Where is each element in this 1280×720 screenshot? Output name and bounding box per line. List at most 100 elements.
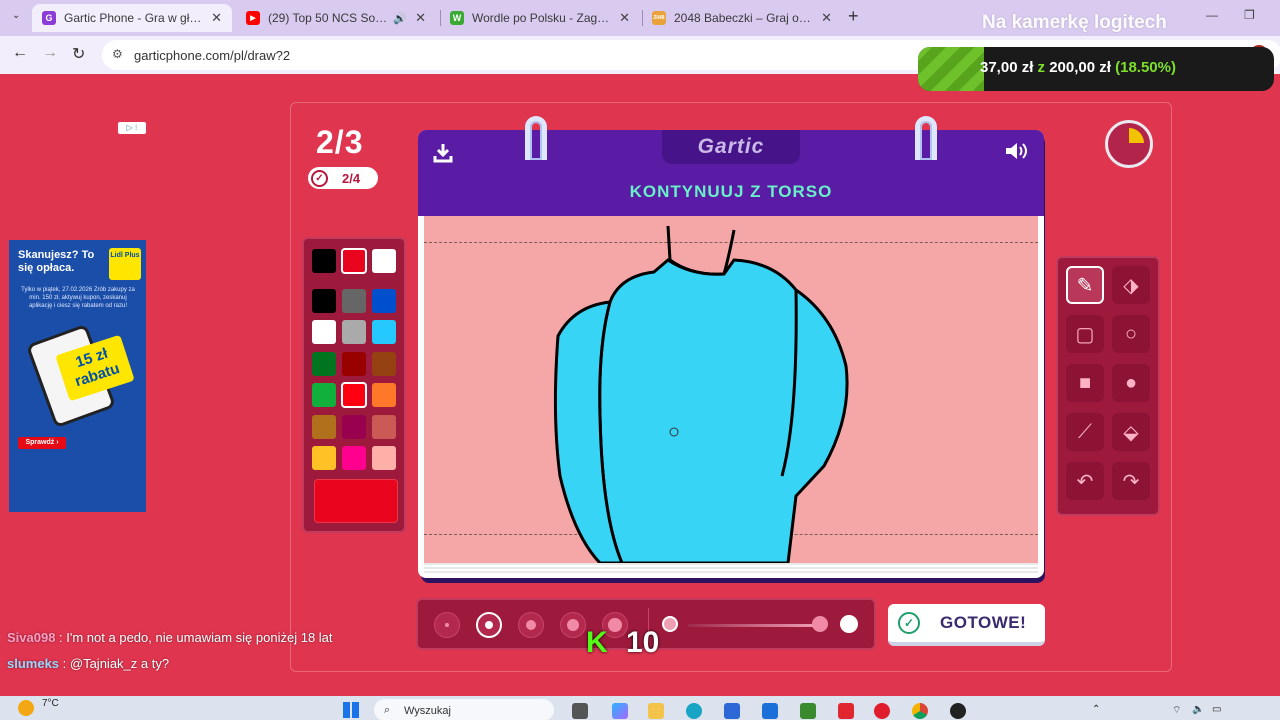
- opera-icon[interactable]: [874, 703, 890, 719]
- forward-icon[interactable]: →: [42, 44, 58, 62]
- line-icon[interactable]: ⟋: [1066, 413, 1104, 451]
- color-swatch[interactable]: [341, 248, 367, 274]
- lidl-ad[interactable]: Skanujesz? To się opłaca. Lidl Plus Tylk…: [9, 240, 146, 512]
- brush-size-option[interactable]: [434, 612, 460, 638]
- opacity-slider[interactable]: [688, 624, 818, 627]
- color-swatch[interactable]: [372, 249, 396, 273]
- windows-taskbar: 7°C ⌕ Wyszukaj ⌃ ⌔ 🔈 ▭: [0, 696, 1280, 720]
- color-swatch[interactable]: [312, 288, 336, 313]
- color-swatch[interactable]: [342, 351, 366, 376]
- color-swatch[interactable]: [312, 249, 336, 273]
- opacity-slider-handle[interactable]: [812, 616, 828, 632]
- tab-gartic[interactable]: G Gartic Phone - Gra w głuchy telefon ✕: [32, 4, 232, 32]
- color-swatch[interactable]: [342, 414, 366, 439]
- close-icon[interactable]: ✕: [821, 10, 832, 26]
- close-icon[interactable]: ✕: [211, 10, 222, 26]
- color-swatch[interactable]: [342, 446, 366, 470]
- eraser-icon[interactable]: ⬗: [1112, 266, 1150, 304]
- chat-message: Siva098 : I'm not a pedo, nie umawiam si…: [7, 630, 333, 645]
- weather-temperature: 7°C: [42, 698, 59, 709]
- mail-icon[interactable]: [762, 703, 778, 719]
- volume-tray-icon[interactable]: 🔈: [1192, 704, 1204, 715]
- tab-wordle[interactable]: W Wordle po Polsku - Zagraj w Wordle ✕: [440, 4, 640, 32]
- url-text: garticphone.com/pl/draw?2: [134, 48, 291, 63]
- file-explorer-icon[interactable]: [648, 703, 664, 719]
- download-icon[interactable]: [432, 142, 454, 164]
- taskbar-search[interactable]: ⌕ Wyszukaj: [374, 699, 554, 720]
- search-icon: ⌕: [384, 704, 391, 716]
- stream-overlay-title: Na kamerkę logitech: [982, 12, 1167, 33]
- tab-youtube[interactable]: ▶ (29) Top 50 NCS Songs 2026 🔊 ✕: [236, 4, 436, 32]
- brush-size-option[interactable]: [560, 612, 586, 638]
- page-edge: [424, 563, 1038, 575]
- obs-icon[interactable]: [950, 703, 966, 719]
- color-swatch[interactable]: [372, 351, 396, 376]
- color-swatch[interactable]: [372, 320, 396, 344]
- weather-icon[interactable]: [18, 700, 34, 716]
- store-icon[interactable]: [724, 703, 740, 719]
- brush-size-option[interactable]: [518, 612, 544, 638]
- tab-2048[interactable]: 2048 2048 Babeczki – Graj online ✕: [642, 4, 842, 32]
- kick-viewer-count: 10: [626, 626, 660, 659]
- donation-text: 37,00 zł z 200,00 zł (18.50%): [980, 59, 1176, 76]
- redo-icon[interactable]: ↷: [1112, 462, 1150, 500]
- color-swatch[interactable]: [342, 288, 366, 313]
- network-icon[interactable]: ⌔: [1172, 704, 1181, 717]
- color-swatch[interactable]: [372, 288, 396, 313]
- chrome-icon[interactable]: [912, 703, 928, 719]
- color-swatch[interactable]: [312, 320, 336, 344]
- close-icon[interactable]: ✕: [415, 10, 426, 26]
- copilot-icon[interactable]: [612, 703, 628, 719]
- close-icon[interactable]: ✕: [619, 10, 630, 26]
- rectangle-icon[interactable]: ▢: [1066, 315, 1104, 353]
- brush-size-option[interactable]: [476, 612, 502, 638]
- pencil-icon[interactable]: ✎: [1066, 266, 1104, 304]
- color-swatch[interactable]: [312, 414, 336, 439]
- edge-icon[interactable]: [686, 703, 702, 719]
- new-tab-button[interactable]: +: [848, 6, 859, 27]
- color-swatch[interactable]: [312, 351, 336, 376]
- audio-icon[interactable]: 🔊: [393, 12, 407, 25]
- color-swatch[interactable]: [372, 383, 396, 407]
- filled-ellipse-icon[interactable]: ●: [1112, 364, 1150, 402]
- tray-chevron-icon[interactable]: ⌃: [1092, 704, 1100, 715]
- color-swatch[interactable]: [312, 383, 336, 407]
- timer-icon: [1105, 120, 1153, 168]
- color-swatch[interactable]: [341, 382, 367, 408]
- color-swatch[interactable]: [372, 446, 396, 470]
- adchoices-icon[interactable]: ▷ ⁝: [118, 122, 146, 134]
- minimize-icon[interactable]: —: [1206, 8, 1218, 22]
- ad-cta-button[interactable]: Sprawdź ›: [18, 437, 66, 449]
- filled-rectangle-icon[interactable]: ■: [1066, 364, 1104, 402]
- color-palette: [302, 237, 406, 533]
- windows-start-icon[interactable]: [343, 702, 359, 718]
- reload-icon[interactable]: ↻: [72, 44, 85, 64]
- restore-icon[interactable]: ❐: [1244, 8, 1255, 22]
- battery-icon[interactable]: ▭: [1212, 704, 1221, 715]
- task-view-icon[interactable]: [572, 703, 588, 719]
- undo-icon[interactable]: ↶: [1066, 462, 1104, 500]
- ea-app-icon[interactable]: [838, 703, 854, 719]
- minecraft-icon[interactable]: [800, 703, 816, 719]
- back-icon[interactable]: ←: [12, 44, 28, 62]
- color-swatch[interactable]: [372, 414, 396, 439]
- chat-username: Siva098: [7, 630, 56, 645]
- chat-message: slumeks : @Tajniak_z a ty?: [7, 656, 169, 671]
- done-button[interactable]: ✓ GOTOWE!: [888, 604, 1045, 646]
- tab-list-button[interactable]: ⌄: [12, 10, 20, 21]
- check-icon: ✓: [898, 612, 920, 634]
- card-header: Gartic KONTYNUUJ Z TORSO: [418, 130, 1044, 216]
- players-done-badge: ✓ 2/4: [308, 167, 378, 189]
- drawing-canvas[interactable]: [424, 216, 1038, 563]
- drawing-card: Gartic KONTYNUUJ Z TORSO: [418, 130, 1044, 578]
- ad-subtext: Tylko w piątek, 27.02.2026 Zrób zakupy z…: [21, 287, 135, 309]
- ellipse-icon[interactable]: ○: [1112, 315, 1150, 353]
- fill-bucket-icon[interactable]: ⬙: [1112, 413, 1150, 451]
- volume-icon[interactable]: [1004, 140, 1030, 168]
- color-swatch[interactable]: [342, 320, 366, 344]
- color-swatch[interactable]: [312, 446, 336, 470]
- check-icon: ✓: [311, 169, 328, 187]
- chat-text: : I'm not a pedo, nie umawiam się poniże…: [55, 630, 333, 645]
- chat-username: slumeks: [7, 656, 60, 671]
- site-info-icon[interactable]: ⚙: [112, 47, 123, 61]
